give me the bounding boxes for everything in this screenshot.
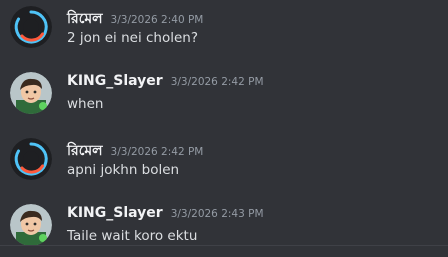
next-message-divider [0,245,448,257]
cartoon-boy-icon [10,72,52,114]
message-header: রিমেল 3/3/2026 2:40 PM [67,7,203,27]
avatar[interactable] [10,204,52,246]
username[interactable]: রিমেল [67,139,103,163]
avatar[interactable] [10,138,52,180]
username[interactable]: KING_Slayer [67,205,163,221]
avatar[interactable] [10,72,52,114]
message-content: 2 jon ei nei cholen? [67,30,199,46]
username[interactable]: রিমেল [67,7,103,31]
message-item[interactable]: KING_Slayer 3/3/2026 2:42 PM when [0,66,448,126]
message-header: KING_Slayer 3/3/2026 2:43 PM [67,205,264,225]
message-content: apni jokhn bolen [67,162,180,178]
timestamp: 3/3/2026 2:43 PM [170,208,264,220]
timestamp: 3/3/2026 2:40 PM [110,14,204,26]
message-header: KING_Slayer 3/3/2026 2:42 PM [67,73,264,93]
message-list: রিমেল 3/3/2026 2:40 PM 2 jon ei nei chol… [0,0,448,257]
message-content: when [67,96,104,112]
cartoon-boy-icon [10,204,52,246]
username[interactable]: KING_Slayer [67,73,163,89]
avatar[interactable] [10,6,52,48]
ring-icon [10,6,52,48]
message-item[interactable]: রিমেল 3/3/2026 2:42 PM apni jokhn bolen [0,132,448,192]
message-header: রিমেল 3/3/2026 2:42 PM [67,139,203,159]
message-content: Taile wait koro ektu [67,228,198,244]
timestamp: 3/3/2026 2:42 PM [110,146,204,158]
ring-icon [10,138,52,180]
message-item[interactable]: রিমেল 3/3/2026 2:40 PM 2 jon ei nei chol… [0,0,448,60]
timestamp: 3/3/2026 2:42 PM [170,76,264,88]
